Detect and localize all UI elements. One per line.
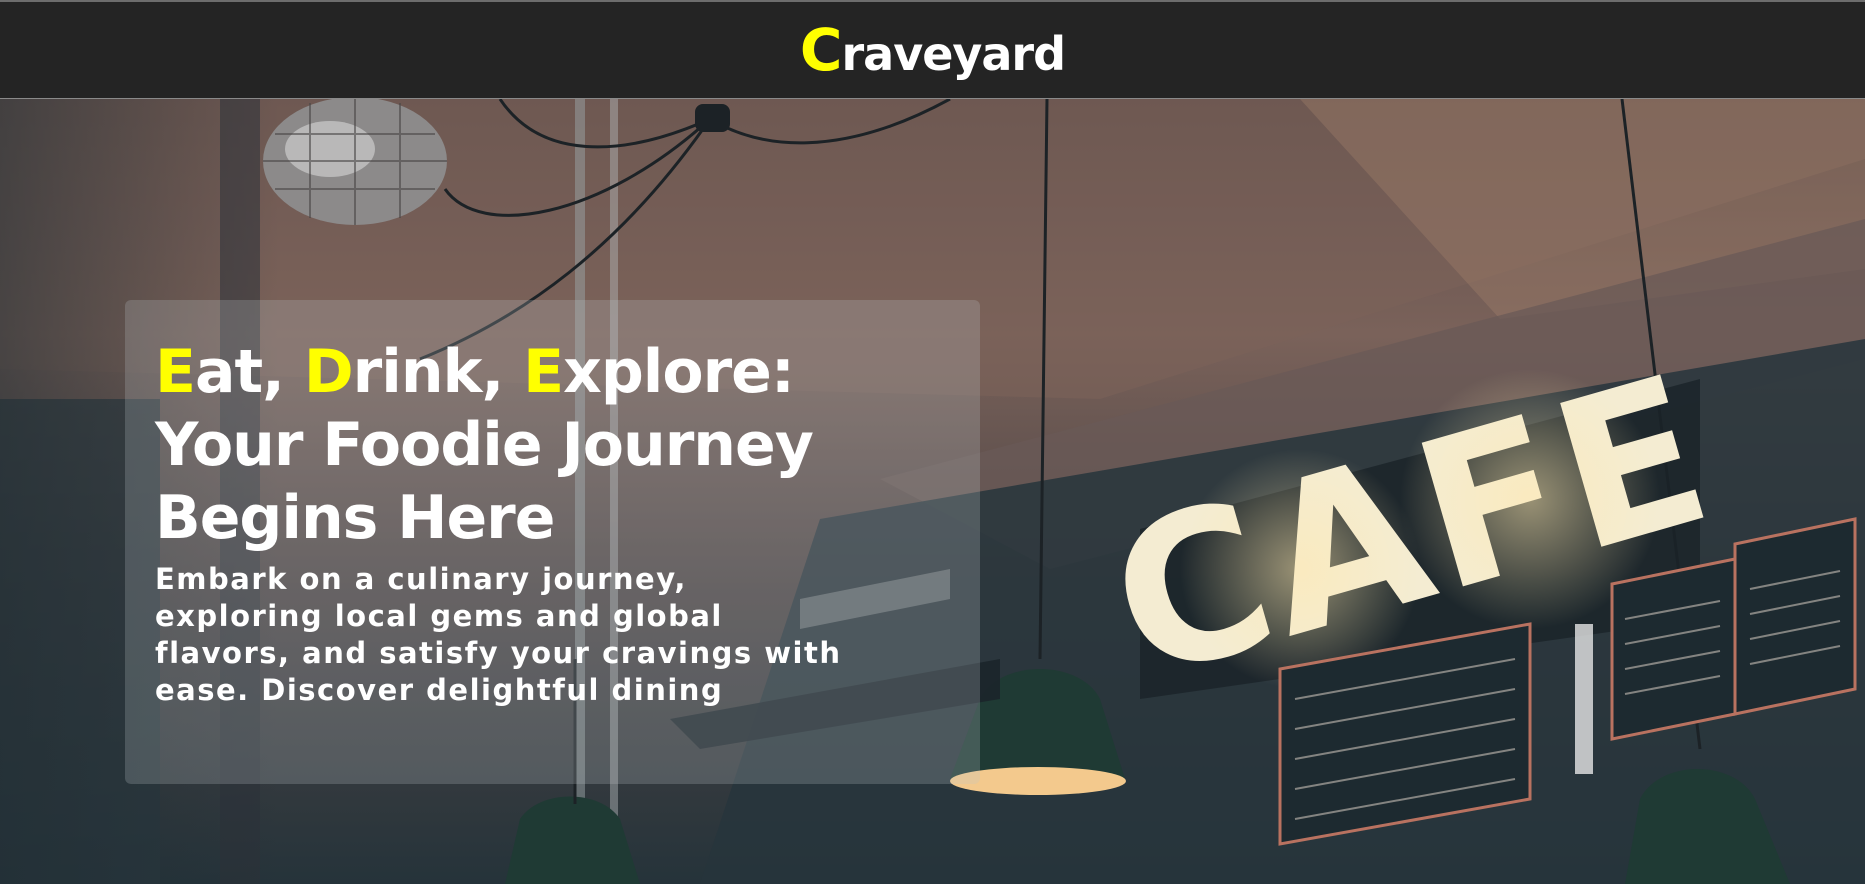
logo-first-letter: C	[799, 16, 843, 84]
site-logo[interactable]: Craveyard	[800, 21, 1067, 81]
headline-word-drink: rink,	[352, 337, 524, 407]
hero-text-panel: Eat, Drink, Explore: Your Foodie Journey B…	[125, 300, 980, 784]
hero-section: CAFE Eat, Drink, Explore:Your Foodie Jou…	[0, 99, 1865, 884]
headline-cap-d: D	[303, 337, 354, 407]
logo-text: raveyard	[841, 27, 1067, 81]
hero-headline: Eat, Drink, Explore: Your Foodie Journey B…	[155, 336, 965, 555]
disco-ball-icon	[263, 99, 447, 225]
headline-word-explore: xplore:	[563, 337, 795, 407]
headline-word-eat: at,	[195, 337, 304, 407]
site-header: Craveyard	[0, 2, 1865, 99]
headline-cap-e2: E	[523, 337, 564, 407]
headline-line-2: Your Foodie Journey	[155, 410, 814, 480]
headline-line-3: Begins Here	[155, 483, 555, 553]
headline-cap-e: E	[155, 337, 196, 407]
hero-subtext: Embark on a culinary journey, exploring …	[155, 562, 842, 707]
